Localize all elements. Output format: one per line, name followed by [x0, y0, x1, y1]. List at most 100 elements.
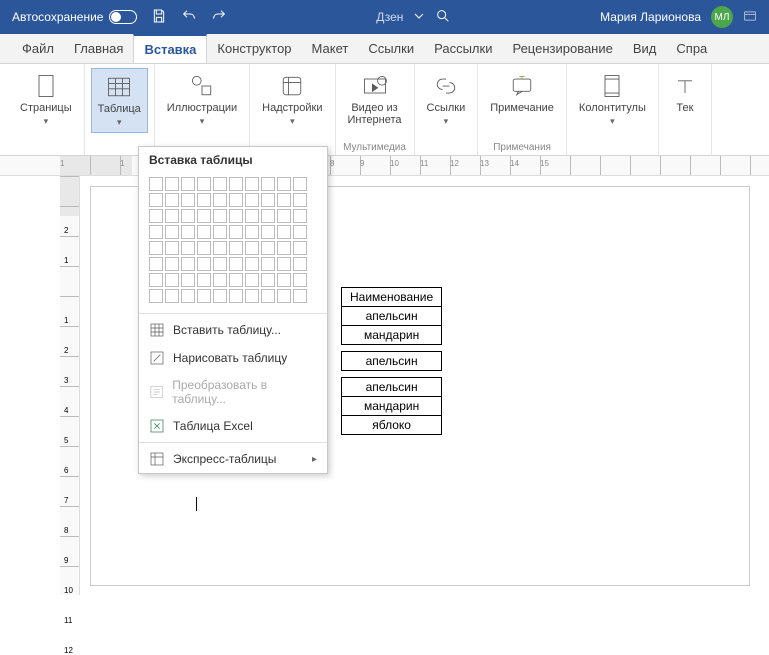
links-button[interactable]: Ссылки▾ [421, 68, 472, 131]
text-button[interactable]: Тек [665, 68, 705, 118]
user-name[interactable]: Мария Ларионова [600, 10, 701, 24]
tab-layout[interactable]: Макет [302, 34, 359, 63]
table-button[interactable]: Таблица▾ [91, 68, 148, 133]
grid-cell[interactable] [245, 289, 259, 303]
tab-review[interactable]: Рецензирование [502, 34, 622, 63]
grid-cell[interactable] [245, 177, 259, 191]
tab-view[interactable]: Вид [623, 34, 667, 63]
grid-cell[interactable] [293, 193, 307, 207]
vertical-ruler[interactable]: 21123456789101112 [60, 176, 80, 595]
grid-cell[interactable] [213, 257, 227, 271]
grid-cell[interactable] [277, 257, 291, 271]
tab-home[interactable]: Главная [64, 34, 133, 63]
grid-cell[interactable] [197, 177, 211, 191]
grid-cell[interactable] [277, 209, 291, 223]
grid-cell[interactable] [229, 209, 243, 223]
grid-cell[interactable] [229, 257, 243, 271]
avatar[interactable]: МЛ [711, 6, 733, 28]
table-size-grid[interactable] [139, 173, 327, 311]
grid-cell[interactable] [293, 225, 307, 239]
search-icon[interactable] [435, 8, 451, 27]
excel-table-menu[interactable]: Таблица Excel [139, 412, 327, 440]
grid-cell[interactable] [149, 193, 163, 207]
grid-cell[interactable] [229, 177, 243, 191]
grid-cell[interactable] [181, 225, 195, 239]
grid-cell[interactable] [245, 241, 259, 255]
grid-cell[interactable] [245, 209, 259, 223]
grid-cell[interactable] [149, 257, 163, 271]
grid-cell[interactable] [277, 241, 291, 255]
grid-cell[interactable] [229, 193, 243, 207]
draw-table-menu[interactable]: Нарисовать таблицу [139, 344, 327, 372]
chevron-down-icon[interactable] [411, 8, 427, 27]
grid-cell[interactable] [229, 225, 243, 239]
tab-help[interactable]: Спра [666, 34, 717, 63]
grid-cell[interactable] [149, 273, 163, 287]
grid-cell[interactable] [149, 177, 163, 191]
grid-cell[interactable] [181, 209, 195, 223]
grid-cell[interactable] [293, 289, 307, 303]
grid-cell[interactable] [245, 257, 259, 271]
grid-cell[interactable] [245, 225, 259, 239]
grid-cell[interactable] [229, 289, 243, 303]
ribbon-display-icon[interactable] [743, 9, 757, 26]
grid-cell[interactable] [261, 289, 275, 303]
insert-table-menu[interactable]: Вставить таблицу... [139, 316, 327, 344]
grid-cell[interactable] [261, 273, 275, 287]
grid-cell[interactable] [261, 177, 275, 191]
tab-insert[interactable]: Вставка [133, 34, 207, 63]
grid-cell[interactable] [293, 177, 307, 191]
grid-cell[interactable] [197, 193, 211, 207]
grid-cell[interactable] [213, 273, 227, 287]
grid-cell[interactable] [213, 193, 227, 207]
grid-cell[interactable] [293, 257, 307, 271]
tab-file[interactable]: Файл [12, 34, 64, 63]
grid-cell[interactable] [229, 241, 243, 255]
grid-cell[interactable] [213, 177, 227, 191]
grid-cell[interactable] [277, 193, 291, 207]
grid-cell[interactable] [149, 289, 163, 303]
grid-cell[interactable] [149, 241, 163, 255]
quick-tables-menu[interactable]: Экспресс-таблицы ▸ [139, 445, 327, 473]
grid-cell[interactable] [197, 241, 211, 255]
addins-button[interactable]: Надстройки▾ [256, 68, 328, 131]
pages-button[interactable]: Страницы▾ [14, 68, 78, 131]
grid-cell[interactable] [261, 225, 275, 239]
grid-cell[interactable] [197, 225, 211, 239]
autosave-toggle[interactable]: Автосохранение [12, 10, 137, 24]
tab-mailings[interactable]: Рассылки [424, 34, 502, 63]
grid-cell[interactable] [261, 257, 275, 271]
toggle-switch-icon[interactable] [109, 10, 137, 24]
grid-cell[interactable] [293, 273, 307, 287]
grid-cell[interactable] [213, 209, 227, 223]
grid-cell[interactable] [293, 241, 307, 255]
grid-cell[interactable] [261, 241, 275, 255]
grid-cell[interactable] [165, 225, 179, 239]
document-table[interactable]: Наименование апельсин мандарин апельсин … [341, 287, 442, 435]
redo-icon[interactable] [211, 8, 227, 27]
grid-cell[interactable] [165, 193, 179, 207]
grid-cell[interactable] [197, 257, 211, 271]
save-icon[interactable] [151, 8, 167, 27]
tab-design[interactable]: Конструктор [207, 34, 301, 63]
undo-icon[interactable] [181, 8, 197, 27]
grid-cell[interactable] [165, 289, 179, 303]
grid-cell[interactable] [229, 273, 243, 287]
grid-cell[interactable] [277, 225, 291, 239]
grid-cell[interactable] [181, 241, 195, 255]
grid-cell[interactable] [181, 289, 195, 303]
grid-cell[interactable] [245, 193, 259, 207]
grid-cell[interactable] [213, 225, 227, 239]
grid-cell[interactable] [277, 273, 291, 287]
grid-cell[interactable] [165, 209, 179, 223]
grid-cell[interactable] [277, 177, 291, 191]
header-footer-button[interactable]: Колонтитулы▾ [573, 68, 652, 131]
grid-cell[interactable] [261, 209, 275, 223]
illustrations-button[interactable]: Иллюстрации▾ [161, 68, 243, 131]
grid-cell[interactable] [213, 289, 227, 303]
grid-cell[interactable] [181, 257, 195, 271]
dzen-label[interactable]: Дзен [376, 10, 403, 24]
grid-cell[interactable] [165, 257, 179, 271]
grid-cell[interactable] [197, 273, 211, 287]
grid-cell[interactable] [277, 289, 291, 303]
